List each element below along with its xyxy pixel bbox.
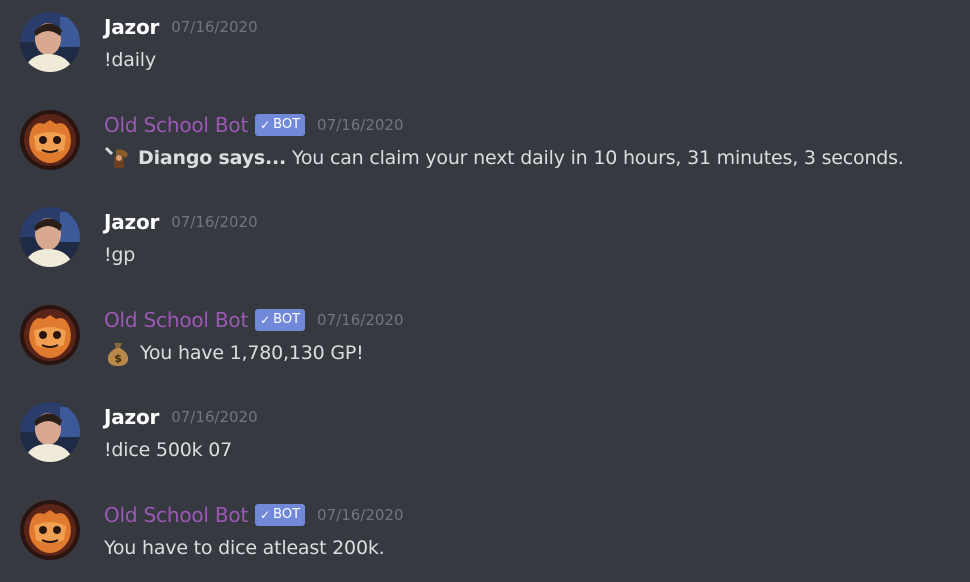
svg-text:$: $ — [114, 352, 121, 365]
message-content: Diango says... You can claim your next d… — [104, 144, 904, 172]
bot-tag: ✓ BOT — [255, 504, 306, 526]
message: Jazor 07/16/2020 !dice 500k 07 — [0, 390, 970, 480]
message-header: Jazor 07/16/2020 — [104, 14, 258, 40]
user-avatar-icon — [20, 402, 80, 462]
message-header: Old School Bot ✓ BOT 07/16/2020 — [104, 112, 404, 138]
user-avatar-icon — [20, 207, 80, 267]
verified-check-icon: ✓ — [260, 118, 271, 132]
chat-message-list: Jazor 07/16/2020 !daily Old School Bot ✓… — [0, 0, 970, 582]
message: Jazor 07/16/2020 !gp — [0, 195, 970, 285]
username[interactable]: Old School Bot — [104, 113, 248, 137]
message-header: Jazor 07/16/2020 — [104, 209, 258, 235]
message-content: You have to dice atleast 200k. — [104, 534, 385, 562]
bot-avatar-icon — [20, 305, 80, 365]
message-text: You have to dice atleast 200k. — [104, 537, 385, 559]
timestamp[interactable]: 07/16/2020 — [171, 408, 257, 426]
avatar[interactable] — [20, 500, 80, 560]
message: Old School Bot ✓ BOT 07/16/2020 Diango sa… — [0, 98, 970, 188]
message-text: !gp — [104, 244, 136, 266]
message-bold-prefix: Diango says... — [138, 147, 286, 169]
message: Old School Bot ✓ BOT 07/16/2020 You have … — [0, 488, 970, 578]
avatar[interactable] — [20, 110, 80, 170]
bot-avatar-icon — [20, 110, 80, 170]
avatar[interactable] — [20, 305, 80, 365]
bot-tag-label: BOT — [273, 117, 301, 132]
bot-avatar-icon — [20, 500, 80, 560]
message: Old School Bot ✓ BOT 07/16/2020 $ You hav… — [0, 293, 970, 383]
timestamp[interactable]: 07/16/2020 — [317, 506, 403, 524]
message-content: !gp — [104, 241, 135, 269]
bot-tag: ✓ BOT — [255, 309, 306, 331]
message-content: $ You have 1,780,130 GP! — [104, 339, 364, 367]
username[interactable]: Jazor — [104, 15, 159, 39]
timestamp[interactable]: 07/16/2020 — [317, 116, 403, 134]
message-header: Old School Bot ✓ BOT 07/16/2020 — [104, 307, 404, 333]
username[interactable]: Jazor — [104, 210, 159, 234]
timestamp[interactable]: 07/16/2020 — [171, 18, 257, 36]
message-header: Jazor 07/16/2020 — [104, 404, 258, 430]
timestamp[interactable]: 07/16/2020 — [171, 213, 257, 231]
verified-check-icon: ✓ — [260, 313, 271, 327]
verified-check-icon: ✓ — [260, 508, 271, 522]
message-text: !daily — [104, 49, 156, 71]
message-text: You have 1,780,130 GP! — [140, 342, 364, 364]
bot-tag-label: BOT — [273, 312, 301, 327]
message-content: !daily — [104, 46, 156, 74]
username[interactable]: Jazor — [104, 405, 159, 429]
username[interactable]: Old School Bot — [104, 308, 248, 332]
money-bag-icon: $ — [104, 339, 132, 367]
avatar[interactable] — [20, 207, 80, 267]
message-header: Old School Bot ✓ BOT 07/16/2020 — [104, 502, 404, 528]
message-text: !dice 500k 07 — [104, 439, 233, 461]
bot-tag-label: BOT — [273, 507, 301, 522]
username[interactable]: Old School Bot — [104, 503, 248, 527]
message-content: !dice 500k 07 — [104, 436, 232, 464]
avatar[interactable] — [20, 402, 80, 462]
message: Jazor 07/16/2020 !daily — [0, 0, 970, 90]
message-text: You can claim your next daily in 10 hour… — [292, 147, 904, 169]
bot-tag: ✓ BOT — [255, 114, 306, 136]
diango-icon — [104, 146, 130, 170]
user-avatar-icon — [20, 12, 80, 72]
timestamp[interactable]: 07/16/2020 — [317, 311, 403, 329]
avatar[interactable] — [20, 12, 80, 72]
